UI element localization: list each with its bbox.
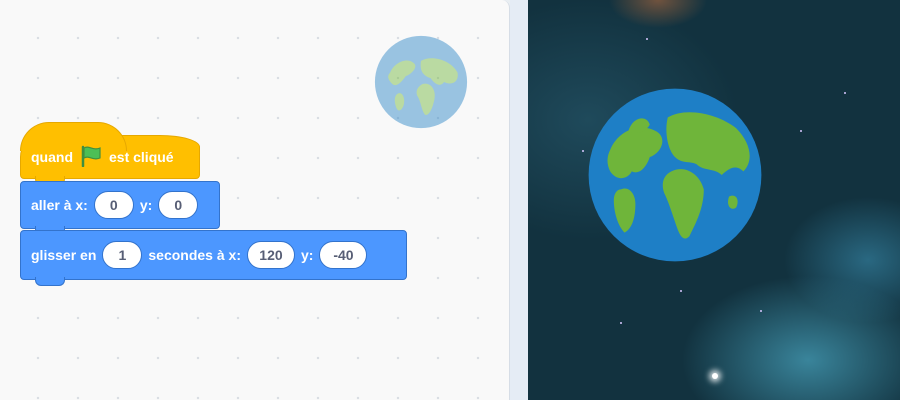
star bbox=[844, 92, 846, 94]
bright-star bbox=[712, 373, 718, 379]
star bbox=[680, 290, 682, 292]
glide-secs-x-label: secondes à x: bbox=[148, 247, 241, 263]
when-label: quand bbox=[31, 149, 73, 165]
earth-sprite-icon[interactable] bbox=[585, 82, 765, 268]
panel-divider bbox=[510, 0, 528, 400]
glide-label: glisser en bbox=[31, 247, 97, 263]
green-flag-icon bbox=[79, 145, 103, 170]
star bbox=[800, 130, 802, 132]
glide-x-input[interactable]: 120 bbox=[246, 241, 295, 269]
code-area[interactable]: quand est cliqué aller à x: 0 y: 0 gliss… bbox=[0, 0, 510, 400]
sprite-thumbnail-earth-icon bbox=[374, 35, 468, 129]
stage[interactable] bbox=[528, 0, 900, 400]
block-notch bbox=[35, 277, 65, 286]
goto-x-input[interactable]: 0 bbox=[93, 191, 134, 219]
glide-to-xy-block[interactable]: glisser en 1 secondes à x: 120 y: -40 bbox=[20, 230, 407, 286]
star bbox=[582, 150, 584, 152]
when-flag-clicked-block[interactable]: quand est cliqué bbox=[20, 122, 200, 185]
glide-secs-input[interactable]: 1 bbox=[102, 241, 143, 269]
glide-y-label: y: bbox=[300, 247, 314, 263]
star bbox=[620, 322, 622, 324]
goto-label: aller à x: bbox=[31, 197, 88, 213]
goto-y-input[interactable]: 0 bbox=[158, 191, 199, 219]
glide-y-input[interactable]: -40 bbox=[319, 241, 368, 269]
goto-y-label: y: bbox=[139, 197, 153, 213]
star bbox=[760, 310, 762, 312]
clicked-label: est cliqué bbox=[109, 149, 174, 165]
star bbox=[646, 38, 648, 40]
go-to-xy-block[interactable]: aller à x: 0 y: 0 bbox=[20, 181, 220, 235]
